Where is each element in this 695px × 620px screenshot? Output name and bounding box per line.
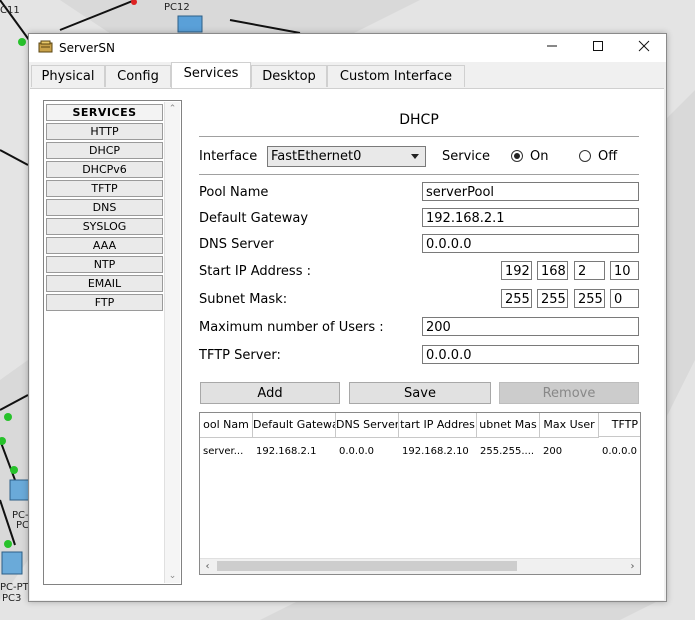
table-cell: 0.0.0.0 — [339, 446, 374, 457]
column-header[interactable]: TFTP — [599, 413, 640, 437]
minimize-button[interactable] — [529, 34, 575, 62]
table-cell: 0.0.0.0 — [602, 446, 637, 457]
minimize-icon — [547, 45, 557, 47]
tftp-server-label: TFTP Server: — [199, 348, 281, 363]
tab-config[interactable]: Config — [105, 65, 171, 87]
table-cell: 192.168.2.10 — [402, 446, 469, 457]
table-cell: 255.255.... — [480, 446, 535, 457]
services-list: SERVICES HTTP DHCP DHCPv6 TFTP DNS SYSLO… — [43, 100, 182, 585]
interface-value: FastEthernet0 — [271, 149, 362, 164]
tab-desktop[interactable]: Desktop — [251, 65, 327, 87]
start-ip-octet-2[interactable]: 168 — [537, 261, 568, 280]
add-button[interactable]: Add — [200, 382, 340, 404]
service-dhcpv6-button[interactable]: DHCPv6 — [46, 161, 163, 178]
title-bar[interactable]: ServerSN — [29, 34, 666, 62]
dns-server-label: DNS Server — [199, 237, 274, 252]
service-on-label: On — [530, 149, 549, 164]
scroll-left-icon[interactable]: ‹ — [200, 559, 215, 574]
service-ntp-button[interactable]: NTP — [46, 256, 163, 273]
chevron-down-icon — [411, 154, 419, 159]
scroll-down-icon[interactable]: ⌄ — [165, 569, 180, 583]
column-header[interactable]: ool Nam — [200, 413, 253, 438]
service-tftp-button[interactable]: TFTP — [46, 180, 163, 197]
column-header[interactable]: Default Gatewa — [253, 413, 336, 438]
divider — [199, 136, 639, 137]
services-scrollbar[interactable]: ⌃ ⌄ — [164, 102, 180, 583]
pool-name-field[interactable]: serverPool — [422, 182, 639, 201]
start-ip-octet-3[interactable]: 2 — [574, 261, 605, 280]
remove-button[interactable]: Remove — [499, 382, 639, 404]
server-window: ServerSN Physical Config Services Deskto… — [28, 33, 667, 602]
gateway-field[interactable]: 192.168.2.1 — [422, 208, 639, 227]
device-label: C11 — [0, 5, 20, 16]
service-off-label: Off — [598, 149, 618, 164]
service-on-radio[interactable] — [511, 150, 523, 162]
column-header[interactable]: DNS Server — [336, 413, 399, 438]
start-ip-octet-4[interactable]: 10 — [610, 261, 639, 280]
device-label: PC12 — [164, 2, 190, 13]
scroll-right-icon[interactable]: › — [625, 559, 640, 574]
gateway-label: Default Gateway — [199, 211, 309, 226]
subnet-octet-2[interactable]: 255 — [537, 289, 568, 308]
device-label: PC3 — [2, 593, 22, 604]
maximize-button[interactable] — [575, 34, 621, 62]
service-syslog-button[interactable]: SYSLOG — [46, 218, 163, 235]
interface-select[interactable]: FastEthernet0 — [267, 146, 426, 167]
max-users-field[interactable]: 200 — [422, 317, 639, 336]
window-title: ServerSN — [59, 41, 115, 55]
table-cell: 200 — [543, 446, 563, 457]
service-email-button[interactable]: EMAIL — [46, 275, 163, 292]
tab-bar: Physical Config Services Desktop Custom … — [29, 62, 666, 88]
server-app-icon — [38, 40, 53, 53]
subnet-mask-label: Subnet Mask: — [199, 292, 288, 307]
maximize-icon — [593, 41, 603, 51]
service-ftp-button[interactable]: FTP — [46, 294, 163, 311]
subnet-octet-3[interactable]: 255 — [574, 289, 605, 308]
tftp-server-field[interactable]: 0.0.0.0 — [422, 345, 639, 364]
service-dhcp-button[interactable]: DHCP — [46, 142, 163, 159]
scroll-up-icon[interactable]: ⌃ — [165, 102, 180, 116]
device-label: PC-PT — [0, 582, 29, 593]
max-users-label: Maximum number of Users : — [199, 320, 384, 335]
table-cell: 192.168.2.1 — [256, 446, 317, 457]
start-ip-octet-1[interactable]: 192 — [501, 261, 532, 280]
tab-custom-interface[interactable]: Custom Interface — [327, 65, 465, 87]
service-dns-button[interactable]: DNS — [46, 199, 163, 216]
column-header[interactable]: Max User — [540, 413, 599, 438]
close-icon — [638, 40, 650, 52]
column-header[interactable]: ubnet Mas — [477, 413, 540, 438]
tab-services[interactable]: Services — [171, 62, 251, 88]
column-header[interactable]: tart IP Addres — [399, 413, 477, 438]
subnet-octet-1[interactable]: 255 — [501, 289, 532, 308]
service-label: Service — [442, 149, 491, 164]
page-title: DHCP — [399, 112, 439, 128]
start-ip-label: Start IP Address : — [199, 264, 311, 279]
table-cell: server... — [203, 446, 244, 457]
table-horizontal-scrollbar[interactable]: ‹ › — [200, 558, 640, 574]
divider — [199, 174, 639, 175]
service-aaa-button[interactable]: AAA — [46, 237, 163, 254]
tab-physical[interactable]: Physical — [31, 65, 105, 87]
service-http-button[interactable]: HTTP — [46, 123, 163, 140]
services-header: SERVICES — [46, 104, 163, 121]
save-button[interactable]: Save — [349, 382, 491, 404]
close-button[interactable] — [621, 34, 667, 62]
subnet-octet-4[interactable]: 0 — [610, 289, 639, 308]
scrollbar-thumb[interactable] — [217, 561, 517, 571]
pool-name-label: Pool Name — [199, 185, 269, 200]
dhcp-pool-table: ool Nam Default Gatewa DNS Server tart I… — [199, 412, 641, 575]
service-off-radio[interactable] — [579, 150, 591, 162]
dns-server-field[interactable]: 0.0.0.0 — [422, 234, 639, 253]
interface-label: Interface — [199, 149, 258, 164]
